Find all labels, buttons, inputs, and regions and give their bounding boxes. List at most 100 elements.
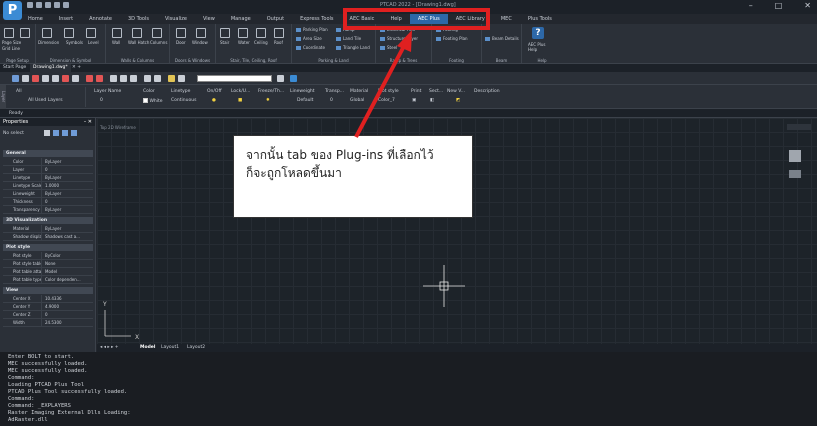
tab-manage[interactable]: Manage: [223, 14, 259, 24]
help-icon[interactable]: ?: [532, 27, 544, 39]
tab-annotate[interactable]: Annotate: [81, 14, 120, 24]
col-header[interactable]: Description: [474, 89, 500, 94]
viewcube-icon[interactable]: [789, 150, 801, 162]
col-header[interactable]: Freeze/Th...: [258, 89, 284, 94]
col-header[interactable]: Transp...: [325, 89, 344, 94]
property-row[interactable]: Center X 10.4336: [3, 295, 93, 303]
tree-item-all[interactable]: All: [16, 89, 22, 94]
col-header[interactable]: Lineweight: [290, 89, 315, 94]
stair-icon[interactable]: [220, 28, 230, 38]
property-row[interactable]: Transparency ByLayer: [3, 206, 93, 214]
command-window[interactable]: Enter BOLT to start. MEC successfully loa…: [0, 352, 817, 426]
columns-icon[interactable]: [152, 28, 162, 38]
tab-layout2[interactable]: Layout2: [187, 344, 205, 352]
property-value[interactable]: Model: [41, 268, 93, 276]
wall-hatch-icon[interactable]: [132, 28, 142, 38]
property-value[interactable]: ByLayer: [41, 174, 93, 182]
save-icon[interactable]: [45, 2, 51, 8]
layer-tool-icon[interactable]: [168, 75, 175, 82]
property-row[interactable]: Plot style ByColor: [3, 252, 93, 260]
layer-state-icon[interactable]: [86, 75, 93, 82]
col-header[interactable]: New V...: [447, 89, 465, 94]
property-row[interactable]: Linetype ByLayer: [3, 174, 93, 182]
structure-layer-item[interactable]: Structure Layer: [380, 36, 418, 41]
tab-3d-tools[interactable]: 3D Tools: [120, 14, 157, 24]
tab-output[interactable]: Output: [259, 14, 292, 24]
property-row[interactable]: Material ByLayer: [3, 225, 93, 233]
transparency-cell[interactable]: 0: [330, 98, 333, 103]
layer-tool-icon[interactable]: [72, 75, 79, 82]
tab-model[interactable]: Model: [140, 344, 155, 352]
undo-icon[interactable]: [54, 2, 60, 8]
beam-details-item[interactable]: Beam Details: [485, 36, 519, 41]
delete-layer-icon[interactable]: [32, 75, 39, 82]
section-header[interactable]: View: [3, 287, 93, 294]
filter-icon[interactable]: [110, 75, 117, 82]
area-size-item[interactable]: Area Size: [296, 36, 322, 41]
toggle-pickadd-icon[interactable]: [44, 130, 50, 136]
section-header[interactable]: General: [3, 150, 93, 157]
quick-select-icon[interactable]: [62, 130, 68, 136]
select-objects-icon[interactable]: [53, 130, 59, 136]
parking-plan-item[interactable]: Parking Plan: [296, 27, 328, 32]
property-row[interactable]: Layer 0: [3, 166, 93, 174]
close-tab-icon[interactable]: ✕ +: [72, 64, 81, 72]
tab-mec[interactable]: MEC: [493, 14, 520, 24]
filter-icon[interactable]: [130, 75, 137, 82]
layer-name-cell[interactable]: 0: [100, 98, 103, 103]
lightbulb-icon[interactable]: ●: [212, 98, 216, 103]
close-icon[interactable]: – ✕: [84, 118, 92, 126]
col-header[interactable]: Sect...: [429, 89, 443, 94]
layer-color-cell[interactable]: White: [143, 98, 163, 104]
symbols-icon[interactable]: [64, 28, 74, 38]
tab-home[interactable]: Home: [20, 14, 51, 24]
property-value[interactable]: Shadows cast a...: [41, 233, 93, 241]
maximize-icon[interactable]: □: [775, 1, 783, 10]
section-header[interactable]: Plot style: [3, 244, 93, 251]
footing-plan-item[interactable]: Footing Plan: [436, 36, 468, 41]
plotstyle-cell[interactable]: Color_7: [378, 98, 395, 103]
tab-express-tools[interactable]: Express Tools: [292, 14, 341, 24]
new-vp-icon[interactable]: ◩: [456, 98, 460, 103]
lineweight-cell[interactable]: Default: [297, 98, 313, 103]
selection-dropdown[interactable]: No select: [3, 129, 43, 138]
wall-icon[interactable]: [112, 28, 122, 38]
property-row[interactable]: Shadow displayShadows cast a...: [3, 233, 93, 241]
property-value[interactable]: 1.0000: [41, 182, 93, 190]
property-value[interactable]: ByLayer: [41, 158, 93, 166]
land-tile-item[interactable]: Land Tile: [336, 36, 361, 41]
property-row[interactable]: Linetype Scale 1.0000: [3, 182, 93, 190]
property-row[interactable]: Plot table type Color dependen...: [3, 276, 93, 284]
tab-plus-tools[interactable]: Plus Tools: [520, 14, 560, 24]
section-header[interactable]: 3D Visualization: [3, 217, 93, 224]
dimension-icon[interactable]: [42, 28, 52, 38]
tab-drawing1[interactable]: Drawing1.dwg*: [30, 64, 71, 72]
layer-tool-icon[interactable]: [178, 75, 185, 82]
property-value[interactable]: 10.4336: [41, 295, 93, 303]
sun-icon[interactable]: ✹: [266, 98, 270, 103]
tab-visualize[interactable]: Visualize: [157, 14, 195, 24]
linetype-cell[interactable]: Continuous: [171, 98, 196, 103]
tree-item-used[interactable]: All Used Layers: [28, 98, 63, 103]
property-row[interactable]: Center Y 4.9000: [3, 303, 93, 311]
steel-item[interactable]: Steel: [380, 45, 397, 50]
delete-icon[interactable]: [62, 75, 69, 82]
redo-icon[interactable]: [63, 2, 69, 8]
door-icon[interactable]: [176, 28, 186, 38]
triangle-land-item[interactable]: Triangle Land: [336, 45, 370, 50]
property-value[interactable]: ByColor: [41, 252, 93, 260]
layer-tool-icon[interactable]: [52, 75, 59, 82]
tab-start-page[interactable]: Start Page: [3, 64, 26, 72]
property-row[interactable]: Thickness 0: [3, 198, 93, 206]
tab-view[interactable]: View: [195, 14, 223, 24]
wcs-icon[interactable]: [789, 170, 801, 178]
property-value[interactable]: 0: [41, 311, 93, 319]
col-header[interactable]: Print: [411, 89, 421, 94]
layer-tool-icon[interactable]: [144, 75, 151, 82]
section-icon[interactable]: ◧: [430, 98, 434, 103]
col-header[interactable]: Material: [350, 89, 368, 94]
layer-tool-icon[interactable]: [42, 75, 49, 82]
help-icon[interactable]: [290, 75, 297, 82]
col-header[interactable]: Layer Name: [94, 89, 121, 94]
property-value[interactable]: ByLayer: [41, 190, 93, 198]
